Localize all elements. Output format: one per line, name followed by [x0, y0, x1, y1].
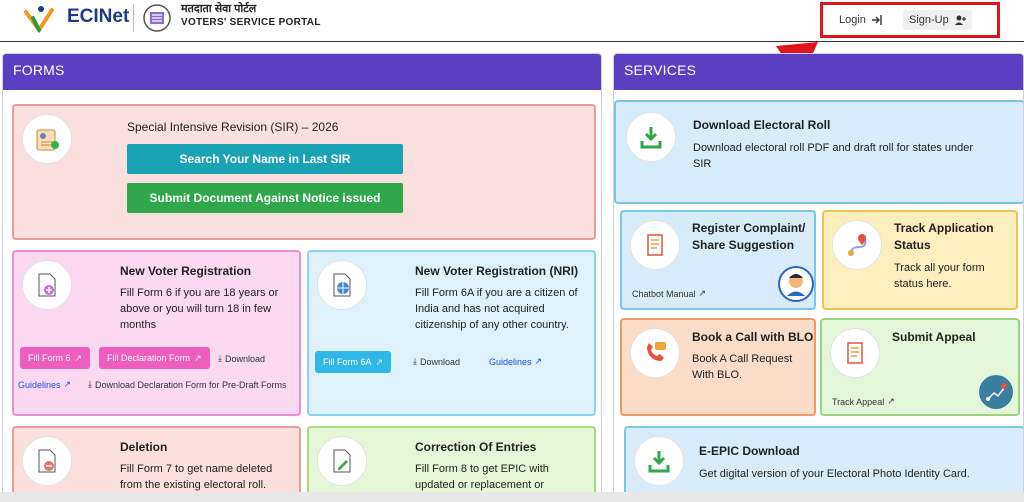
download-declaration-link[interactable]: ⤓ Download Declaration Form for Pre-Draf… — [88, 379, 287, 390]
eci-emblem-icon — [143, 4, 171, 32]
sir-title: Special Intensive Revision (SIR) – 2026 — [127, 120, 339, 134]
download-tray-icon — [626, 112, 676, 162]
sir-icon — [22, 114, 72, 164]
download-form-6a-link[interactable]: ⤓ Download — [413, 356, 460, 367]
form-add-icon — [22, 260, 72, 310]
arrow-up-right-icon: ↗ — [74, 352, 83, 363]
guidelines-label: Guidelines — [489, 356, 532, 367]
chatbot-avatar-icon[interactable] — [778, 266, 814, 302]
track-application-card[interactable]: Track Application Status Track all your … — [822, 210, 1018, 310]
deletion-title: Deletion — [120, 440, 168, 454]
appeal-title: Submit Appeal — [892, 330, 976, 344]
download-label: Download — [224, 353, 266, 364]
new-voter-nri-desc: Fill Form 6A if you are a citizen of Ind… — [415, 287, 578, 331]
track-title: Track Application Status — [894, 221, 994, 252]
arrow-up-right-icon: ↗ — [887, 396, 895, 406]
correction-desc: Fill Form 8 to get EPIC with updated or … — [415, 463, 549, 491]
route-pin-icon — [832, 220, 882, 270]
track-desc: Track all your form status here. — [894, 262, 985, 290]
arrow-up-right-icon: ↗ — [63, 379, 72, 389]
fill-declaration-label: Fill Declaration Form — [107, 353, 191, 363]
arrow-up-right-icon: ↗ — [698, 288, 707, 298]
location-route-icon — [979, 375, 1013, 409]
fill-form-6a-label: Fill Form 6A — [323, 357, 372, 367]
correction-title: Correction Of Entries — [415, 440, 537, 454]
download-roll-card[interactable]: Download Electoral Roll Download elector… — [614, 100, 1023, 204]
submit-document-button[interactable]: Submit Document Against Notice issued — [127, 183, 403, 213]
complaint-title: Register Complaint/ Share Suggestion — [692, 221, 806, 252]
fill-declaration-button[interactable]: Fill Declaration Form ↗ — [99, 347, 210, 369]
sir-card: Special Intensive Revision (SIR) – 2026 … — [12, 104, 596, 240]
arrow-up-right-icon: ↗ — [534, 356, 543, 366]
download-declaration-label: Download Declaration Form for Pre-Draft … — [94, 379, 287, 390]
services-panel: SERVICES Download Electoral Roll Downloa… — [613, 53, 1024, 502]
signup-label: Sign-Up — [909, 14, 949, 26]
download-roll-title: Download Electoral Roll — [693, 118, 831, 132]
new-voter-desc: Fill Form 6 if you are 18 years or above… — [120, 287, 279, 331]
forms-panel: FORMS Special Intensive Revision (SIR) –… — [2, 53, 602, 502]
fill-form-6-label: Fill Form 6 — [28, 353, 71, 363]
fill-form-6-button[interactable]: Fill Form 6 ↗ — [20, 347, 91, 369]
download-icon: ⤓ — [218, 353, 222, 363]
top-header: ECINet मतदाता सेवा पोर्टल VOTERS' SERVIC… — [0, 0, 1024, 42]
deletion-desc: Fill Form 7 to get name deleted from the… — [120, 463, 273, 491]
phone-chat-icon — [630, 328, 680, 378]
new-voter-card: New Voter Registration Fill Form 6 if yo… — [12, 250, 301, 416]
download-label: Download — [419, 356, 461, 367]
guidelines-form-6a-link[interactable]: Guidelines ↗ — [489, 356, 542, 367]
ecinet-logo-text[interactable]: ECINet — [67, 6, 129, 28]
arrow-up-right-icon: ↗ — [194, 352, 202, 363]
complaint-card[interactable]: Register Complaint/ Share Suggestion Cha… — [620, 210, 816, 310]
browser-bottom-bar — [0, 492, 1024, 502]
e-epic-card[interactable]: E-EPIC Download Get digital version of y… — [624, 426, 1023, 501]
add-user-icon — [954, 15, 966, 25]
fill-form-6a-button[interactable]: Fill Form 6A ↗ — [315, 351, 392, 373]
download-tray-icon — [634, 436, 684, 486]
login-icon — [871, 15, 882, 25]
download-form-6-link[interactable]: ⤓ Download — [218, 353, 265, 364]
signup-button[interactable]: Sign-Up — [903, 10, 972, 30]
search-name-sir-button[interactable]: Search Your Name in Last SIR — [127, 144, 403, 174]
chatbot-manual-label: Chatbot Manual — [632, 288, 696, 299]
correction-card[interactable]: Correction Of Entries Fill Form 8 to get… — [307, 426, 596, 501]
ecinet-logo-icon[interactable] — [22, 4, 60, 34]
appeal-form-icon — [830, 328, 880, 378]
track-appeal-link[interactable]: Track Appeal ↗ — [832, 396, 895, 407]
globe-form-icon — [317, 260, 367, 310]
portal-title-english: VOTERS' SERVICE PORTAL — [181, 17, 321, 28]
form-remove-icon — [22, 436, 72, 486]
blo-desc: Book A Call Request With BLO. — [692, 353, 793, 381]
chatbot-manual-link[interactable]: Chatbot Manual ↗ — [632, 288, 706, 299]
epic-title: E-EPIC Download — [699, 444, 800, 458]
arrow-up-right-icon: ↗ — [375, 356, 384, 367]
download-icon: ⤓ — [88, 379, 92, 389]
auth-highlight-box: Login Sign-Up — [820, 2, 1000, 38]
portal-title-hindi: मतदाता सेवा पोर्टल — [181, 3, 257, 15]
login-label: Login — [839, 14, 866, 26]
blo-title: Book a Call with BLO — [692, 330, 814, 344]
new-voter-nri-title: New Voter Registration (NRI) — [415, 264, 579, 278]
deletion-card[interactable]: Deletion Fill Form 7 to get name deleted… — [12, 426, 301, 501]
new-voter-nri-card: New Voter Registration (NRI) Fill Form 6… — [307, 250, 596, 416]
login-button[interactable]: Login — [833, 10, 889, 30]
download-icon: ⤓ — [413, 356, 417, 366]
forms-heading: FORMS — [3, 54, 601, 90]
guidelines-form-6-link[interactable]: Guidelines ↗ — [18, 379, 71, 390]
guidelines-label: Guidelines — [18, 379, 61, 390]
track-appeal-label: Track Appeal — [832, 396, 885, 407]
book-blo-card[interactable]: Book a Call with BLO Book A Call Request… — [620, 318, 816, 416]
submit-appeal-card[interactable]: Submit Appeal Track Appeal ↗ — [820, 318, 1020, 416]
form-edit-icon — [317, 436, 367, 486]
new-voter-title: New Voter Registration — [120, 264, 252, 278]
epic-desc: Get digital version of your Electoral Ph… — [699, 468, 970, 480]
download-roll-desc: Download electoral roll PDF and draft ro… — [693, 142, 974, 170]
header-divider — [133, 4, 134, 32]
complaint-form-icon — [630, 220, 680, 270]
services-heading: SERVICES — [614, 54, 1023, 90]
